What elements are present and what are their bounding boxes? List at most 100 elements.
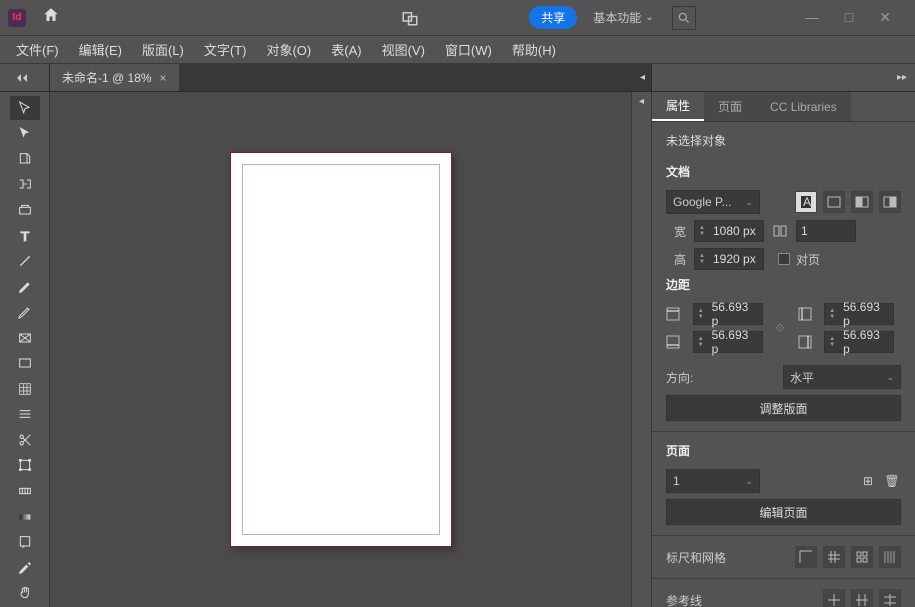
panel-strip-arrows[interactable]: ▸▸ [651, 64, 915, 91]
adjust-layout-button[interactable]: 调整版面 [666, 395, 901, 421]
grid-tool[interactable] [10, 377, 40, 401]
pen-tool[interactable] [10, 275, 40, 299]
page-binding-right-icon[interactable] [879, 191, 901, 213]
orientation-value: 水平 [790, 369, 814, 386]
collapsed-panel-strip[interactable]: ◂ [631, 92, 651, 607]
selection-info: 未选择对象 [666, 132, 901, 149]
ruler-icon-2[interactable] [823, 546, 845, 568]
free-transform-tool[interactable] [10, 454, 40, 478]
note-tool[interactable] [10, 530, 40, 554]
gradient-feather-tool[interactable] [10, 505, 40, 529]
chevron-down-icon: ⌄ [886, 372, 894, 383]
guide-icon-1[interactable] [823, 589, 845, 607]
properties-panel: 属性 页面 CC Libraries 未选择对象 文档 Google P... … [651, 92, 915, 607]
menu-table[interactable]: 表(A) [323, 36, 369, 63]
pencil-tool[interactable] [10, 300, 40, 324]
preset-dropdown[interactable]: Google P... ⌄ [666, 190, 760, 214]
margin-top-input[interactable]: ▲▼56.693 p [693, 303, 763, 325]
workspace-dropdown[interactable]: 基本功能 ⌄ [593, 9, 653, 26]
guide-icon-3[interactable] [879, 589, 901, 607]
ruler-icon-3[interactable] [851, 546, 873, 568]
menu-view[interactable]: 视图(V) [374, 36, 433, 63]
gap-tool[interactable] [10, 173, 40, 197]
ruler-icon-1[interactable] [795, 546, 817, 568]
columns-input[interactable]: 1 [796, 220, 856, 242]
menu-file[interactable]: 文件(F) [8, 36, 67, 63]
horizontal-grid-tool[interactable] [10, 403, 40, 427]
tab-pages[interactable]: 页面 [704, 92, 756, 121]
guide-icon-2[interactable] [851, 589, 873, 607]
close-tab-icon[interactable]: × [160, 71, 167, 85]
width-label: 宽 [666, 223, 686, 240]
orientation-dropdown[interactable]: 水平 ⌄ [783, 365, 901, 389]
toolbox-expand-arrows[interactable] [0, 64, 50, 91]
home-icon[interactable] [42, 6, 60, 29]
page-tool[interactable] [10, 147, 40, 171]
content-collector-tool[interactable] [10, 198, 40, 222]
columns-value: 1 [801, 224, 808, 238]
eyedropper-tool[interactable] [10, 556, 40, 580]
canvas[interactable] [50, 92, 631, 607]
section-document: 文档 [666, 163, 901, 180]
maximize-button[interactable]: □ [845, 9, 853, 26]
link-margins-icon[interactable]: ⟐ [776, 321, 792, 336]
new-page-icon[interactable]: ⊞ [859, 474, 877, 488]
menu-layout[interactable]: 版面(L) [134, 36, 192, 63]
margin-right-icon [798, 335, 812, 349]
scissors-tool[interactable] [10, 428, 40, 452]
menu-help[interactable]: 帮助(H) [504, 36, 564, 63]
guides-label: 参考线 [666, 592, 702, 607]
tab-cclibraries[interactable]: CC Libraries [756, 92, 851, 121]
tab-properties[interactable]: 属性 [652, 92, 704, 121]
direct-selection-tool[interactable] [10, 122, 40, 146]
width-value: 1080 px [713, 224, 756, 238]
stepper-icon[interactable]: ▲▼ [699, 225, 711, 237]
height-label: 高 [666, 251, 686, 268]
width-input[interactable]: ▲▼ 1080 px [694, 220, 764, 242]
rectangle-tool[interactable] [10, 351, 40, 375]
height-input[interactable]: ▲▼ 1920 px [694, 248, 764, 270]
panel-collapse-arrows[interactable]: ◂ [640, 64, 651, 91]
margin-top-icon [666, 307, 680, 321]
page-number-dropdown[interactable]: 1 ⌄ [666, 469, 760, 493]
toolbox [0, 92, 50, 607]
share-button[interactable]: 共享 [529, 6, 577, 29]
menu-text[interactable]: 文字(T) [196, 36, 255, 63]
ruler-grid-label: 标尺和网格 [666, 549, 726, 566]
chevron-down-icon: ⌄ [745, 197, 753, 208]
orientation-landscape-icon[interactable] [823, 191, 845, 213]
menu-edit[interactable]: 编辑(E) [71, 36, 130, 63]
workspace-label: 基本功能 [593, 9, 641, 26]
document-tab[interactable]: 未命名-1 @ 18% × [50, 64, 179, 91]
title-bar: Id 共享 基本功能 ⌄ — □ ✕ [0, 0, 915, 36]
search-button[interactable] [672, 6, 696, 30]
menu-window[interactable]: 窗口(W) [437, 36, 500, 63]
minimize-button[interactable]: — [805, 9, 819, 26]
rectangle-frame-tool[interactable] [10, 326, 40, 350]
arrange-icon[interactable] [400, 8, 420, 28]
gradient-swatch-tool[interactable] [10, 479, 40, 503]
margin-right-input[interactable]: ▲▼56.693 p [824, 331, 894, 353]
document-page[interactable] [230, 152, 452, 547]
page-number-value: 1 [673, 474, 680, 488]
line-tool[interactable] [10, 249, 40, 273]
margin-left-input[interactable]: ▲▼56.693 p [824, 303, 894, 325]
svg-text:A: A [803, 195, 811, 209]
hand-tool[interactable] [10, 581, 40, 605]
facing-pages-label: 对页 [796, 251, 820, 268]
ruler-icon-4[interactable] [879, 546, 901, 568]
stepper-icon[interactable]: ▲▼ [699, 253, 711, 265]
menu-object[interactable]: 对象(O) [258, 36, 319, 63]
margin-bottom-icon [666, 335, 680, 349]
page-binding-left-icon[interactable] [851, 191, 873, 213]
type-tool[interactable] [10, 224, 40, 248]
facing-pages-checkbox[interactable] [778, 253, 790, 265]
orientation-portrait-icon[interactable]: A [795, 191, 817, 213]
orientation-label: 方向: [666, 369, 706, 386]
edit-page-button[interactable]: 编辑页面 [666, 499, 901, 525]
selection-tool[interactable] [10, 96, 40, 120]
margin-bottom-input[interactable]: ▲▼56.693 p [693, 331, 763, 353]
delete-page-icon[interactable]: 🗑 [883, 474, 901, 488]
close-button[interactable]: ✕ [879, 9, 891, 26]
section-margins: 边距 [666, 276, 901, 293]
